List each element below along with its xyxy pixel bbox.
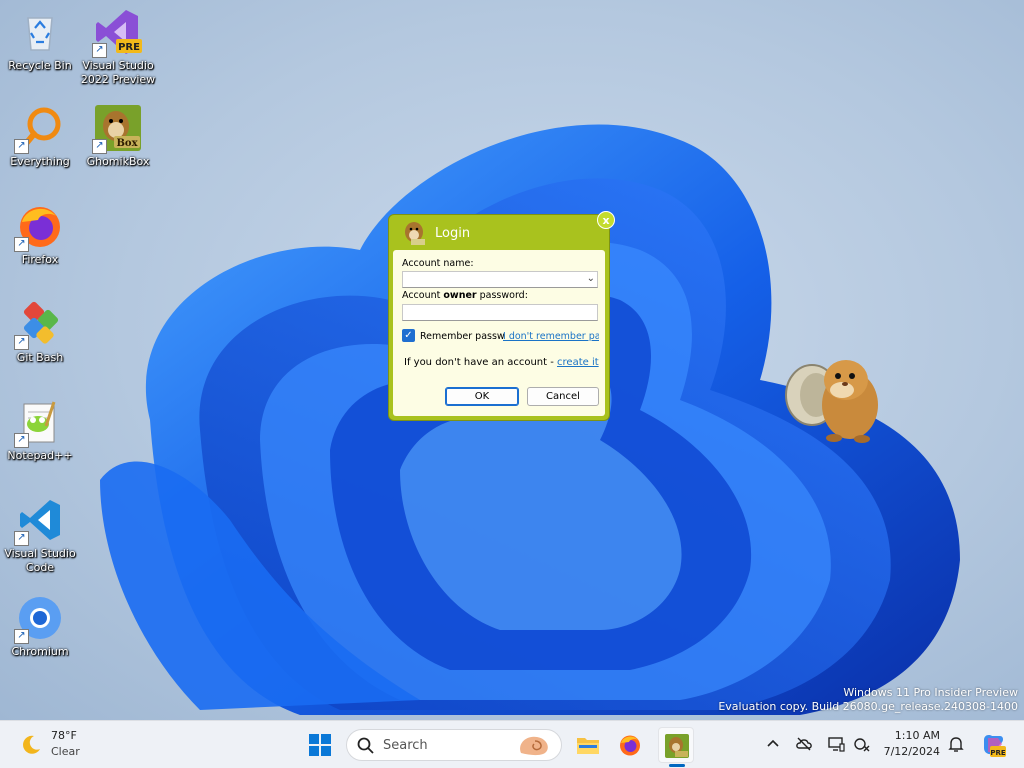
icon-label: Notepad++ [7, 449, 73, 462]
svg-text:Box: Box [116, 138, 138, 149]
chevron-up-icon[interactable] [764, 735, 782, 753]
icon-label: Firefox [21, 253, 59, 266]
everything-magnifier-icon: ↗ [14, 104, 64, 154]
password-label: Account owner password: [402, 290, 528, 301]
taskbar: 78°F Clear Search 1:10 AM 7/12/2024 PRE [0, 720, 1024, 768]
git-bash-shortcut[interactable]: ↗ Git Bash [0, 300, 80, 365]
display-icon[interactable] [827, 735, 845, 753]
forgot-password-link[interactable]: I don't remember pas [503, 331, 599, 342]
account-name-combobox[interactable]: ⌄ [402, 271, 598, 288]
login-dialog: Login x Account name: ⌄ Account owner pa… [388, 211, 615, 421]
visual-studio-2022-preview-shortcut[interactable]: PRE ↗ Visual Studio 2022 Preview [78, 8, 158, 87]
running-indicator [669, 764, 685, 767]
copilot-icon[interactable]: PRE [980, 732, 1006, 758]
icon-label: Chromium [11, 645, 69, 658]
icon-label: Git Bash [16, 351, 64, 364]
cancel-button[interactable]: Cancel [527, 387, 599, 406]
ghomikbox-icon: Box ↗ [92, 104, 142, 154]
icon-label: Everything [10, 155, 70, 168]
notepadpp-icon: ↗ [14, 398, 64, 448]
dialog-titlebar[interactable]: Login [389, 215, 609, 249]
account-name-label: Account name: [402, 258, 474, 269]
vscode-icon: ↗ [14, 496, 64, 546]
firefox-icon [620, 735, 640, 756]
shortcut-arrow-icon: ↗ [14, 433, 29, 448]
nautilus-shell-search-highlight-icon [520, 736, 548, 756]
chromium-icon: ↗ [14, 594, 64, 644]
taskbar-ghomikbox[interactable] [658, 727, 694, 767]
create-account-link[interactable]: create it [557, 357, 599, 368]
clock-time: 1:10 AM [894, 729, 940, 742]
remember-password-checkbox[interactable]: ✓ [402, 329, 415, 342]
dialog-title: Login [435, 226, 471, 241]
taskbar-file-explorer[interactable] [570, 727, 606, 763]
onedrive-icon[interactable] [795, 735, 813, 753]
folder-icon [577, 738, 599, 754]
git-bash-icon: ↗ [14, 300, 64, 350]
search-placeholder: Search [383, 738, 428, 753]
no-account-text: If you don't have an account - create it [404, 357, 599, 368]
search-icon [357, 737, 374, 754]
notification-bell-icon[interactable] [947, 735, 965, 753]
desktop[interactable]: Recycle Bin ↗ Everything ↗ Firefox ↗ Git… [0, 0, 1024, 720]
svg-text:PRE: PRE [118, 42, 140, 53]
shortcut-arrow-icon: ↗ [92, 139, 107, 154]
icon-label: Visual Studio Code [4, 547, 76, 574]
recycle-bin-shortcut[interactable]: Recycle Bin [0, 8, 80, 73]
taskbar-firefox[interactable] [612, 727, 648, 763]
icon-label: GhomikBox [86, 155, 150, 168]
start-button[interactable] [309, 734, 331, 756]
shortcut-arrow-icon: ↗ [92, 43, 107, 58]
weather-condition: Clear [51, 745, 80, 758]
everything-shortcut[interactable]: ↗ Everything [0, 104, 80, 169]
weather-temperature: 78°F [51, 729, 77, 742]
shortcut-arrow-icon: ↗ [14, 139, 29, 154]
ghomik-hamster-mascot[interactable] [780, 350, 890, 445]
notepadpp-shortcut[interactable]: ↗ Notepad++ [0, 398, 80, 463]
recycle-bin-icon [16, 8, 64, 56]
chevron-down-icon[interactable]: ⌄ [587, 273, 595, 284]
firefox-icon: ↗ [14, 202, 64, 252]
clock-date: 7/12/2024 [883, 745, 940, 758]
watermark-edition: Windows 11 Pro Insider Preview [843, 686, 1018, 699]
shortcut-arrow-icon: ↗ [14, 335, 29, 350]
ghomikbox-icon [665, 734, 689, 758]
ghomikbox-shortcut[interactable]: Box ↗ GhomikBox [78, 104, 158, 169]
shortcut-arrow-icon: ↗ [14, 629, 29, 644]
network-icon[interactable] [853, 735, 871, 753]
svg-text:PRE: PRE [990, 749, 1006, 757]
moon-icon [23, 735, 40, 754]
windows-evaluation-watermark: Windows 11 Pro Insider Preview Evaluatio… [718, 686, 1018, 714]
dialog-body: Account name: ⌄ Account owner password: … [393, 250, 605, 416]
icon-label: Recycle Bin [8, 59, 72, 72]
vscode-shortcut[interactable]: ↗ Visual Studio Code [0, 496, 80, 575]
shortcut-arrow-icon: ↗ [14, 237, 29, 252]
chromium-shortcut[interactable]: ↗ Chromium [0, 594, 80, 659]
ghomik-logo-icon [405, 222, 425, 245]
taskbar-search-box[interactable]: Search [346, 729, 562, 761]
ok-button[interactable]: OK [445, 387, 519, 406]
shortcut-arrow-icon: ↗ [14, 531, 29, 546]
visual-studio-icon: PRE ↗ [92, 8, 142, 58]
firefox-shortcut[interactable]: ↗ Firefox [0, 202, 80, 267]
icon-label: Visual Studio 2022 Preview [80, 59, 156, 86]
remember-password-label[interactable]: Remember passw [420, 331, 505, 342]
password-field[interactable] [402, 304, 598, 321]
close-button[interactable]: x [597, 211, 615, 229]
watermark-build: Evaluation copy. Build 26080.ge_release.… [718, 700, 1018, 713]
